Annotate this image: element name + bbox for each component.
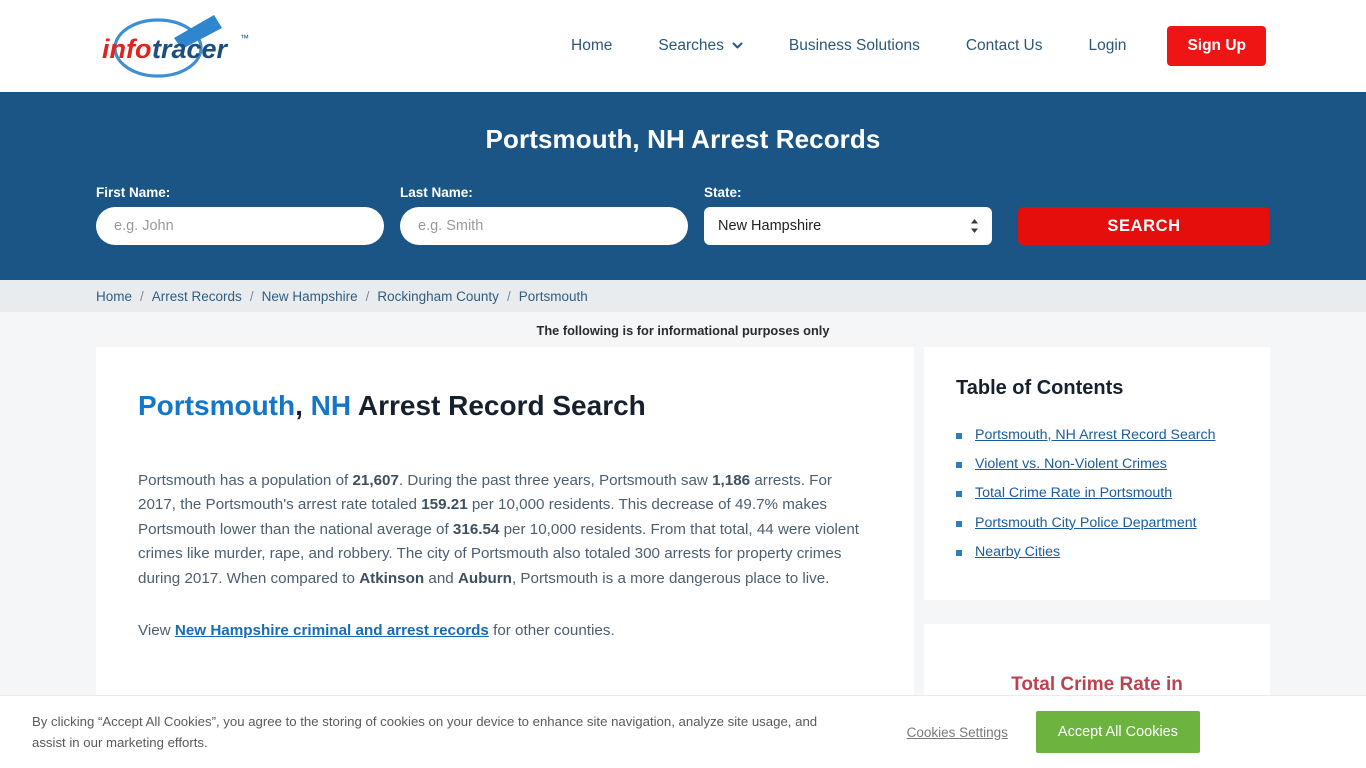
last-name-input[interactable] <box>400 207 688 245</box>
state-select[interactable]: New Hampshire <box>704 207 992 245</box>
toc-item[interactable]: Violent vs. Non-Violent Crimes <box>956 455 1238 474</box>
toc-item[interactable]: Portsmouth City Police Department <box>956 514 1238 533</box>
summary-text: and <box>424 570 458 588</box>
search-banner: Portsmouth, NH Arrest Records First Name… <box>0 92 1366 280</box>
square-bullet-icon <box>956 433 962 439</box>
toc-link-nearby-cities[interactable]: Nearby Cities <box>975 543 1060 562</box>
nav-item-label: Home <box>571 37 613 54</box>
breadcrumb-item-new-hampshire[interactable]: New Hampshire <box>262 289 358 304</box>
cookies-settings-link[interactable]: Cookies Settings <box>907 725 1008 740</box>
national-average-value: 316.54 <box>452 520 500 538</box>
state-field-group: State: New Hampshire <box>704 185 992 245</box>
compare-city-1: Atkinson <box>359 570 425 588</box>
population-value: 21,607 <box>352 471 399 489</box>
svg-text:info: info <box>102 34 151 64</box>
toc-link-arrest-record-search[interactable]: Portsmouth, NH Arrest Record Search <box>975 426 1216 445</box>
breadcrumb-separator: / <box>249 288 254 304</box>
breadcrumb-item-rockingham-county[interactable]: Rockingham County <box>377 289 499 304</box>
summary-paragraph: Portsmouth has a population of 21,607. D… <box>138 469 872 592</box>
breadcrumb-separator: / <box>365 288 370 304</box>
banner-title: Portsmouth, NH Arrest Records <box>485 124 881 154</box>
summary-text: , Portsmouth is a more dangerous place t… <box>511 570 830 588</box>
square-bullet-icon <box>956 462 962 469</box>
toc-item[interactable]: Nearby Cities <box>956 543 1238 562</box>
nav-item-searches[interactable]: Searches <box>635 37 765 55</box>
nav-item-business-solutions[interactable]: Business Solutions <box>766 37 943 55</box>
last-name-field-group: Last Name: <box>400 185 688 245</box>
arrests-value: 1,186 <box>712 471 751 489</box>
cookie-actions: Cookies Settings Accept All Cookies <box>907 711 1200 753</box>
summary-text: . During the past three years, Portsmout… <box>398 471 713 489</box>
arrest-search-form: First Name: Last Name: State: New Hampsh… <box>96 185 1270 245</box>
page-title: Portsmouth, NH Arrest Record Search <box>138 389 872 423</box>
table-of-contents-card: Table of Contents Portsmouth, NH Arrest … <box>924 347 1270 600</box>
state-label: State: <box>704 185 742 200</box>
page-title-comma: , <box>295 390 311 421</box>
page-title-rest: Arrest Record Search <box>351 390 646 421</box>
first-name-field-group: First Name: <box>96 185 384 245</box>
breadcrumb-separator: / <box>506 288 511 304</box>
table-of-contents-title: Table of Contents <box>956 377 1124 399</box>
summary-text: Portsmouth has a population of <box>138 471 353 489</box>
square-bullet-icon <box>956 520 962 527</box>
state-select-wrapper: New Hampshire <box>704 207 992 245</box>
nav-item-contact-us[interactable]: Contact Us <box>943 37 1066 55</box>
nav-item-home[interactable]: Home <box>548 37 635 55</box>
nav-item-label: Searches <box>658 37 724 54</box>
square-bullet-icon <box>956 491 962 498</box>
new-hampshire-records-link[interactable]: New Hampshire criminal and arrest record… <box>175 622 489 639</box>
breadcrumb-item-arrest-records[interactable]: Arrest Records <box>152 289 242 304</box>
page-title-state: NH <box>310 390 352 421</box>
breadcrumb: Home / Arrest Records / New Hampshire / … <box>0 280 1366 312</box>
page-title-city: Portsmouth <box>138 390 296 421</box>
cookie-consent-banner: By clicking “Accept All Cookies”, you ag… <box>0 695 1366 768</box>
square-bullet-icon <box>956 549 962 556</box>
accept-all-cookies-button[interactable]: Accept All Cookies <box>1035 711 1200 753</box>
compare-city-2: Auburn <box>457 570 512 588</box>
main-navigation: Home Searches Business Solutions Contact… <box>548 26 1266 66</box>
svg-text:™: ™ <box>240 33 249 43</box>
toc-item[interactable]: Portsmouth, NH Arrest Record Search <box>956 426 1238 445</box>
toc-link-police-department[interactable]: Portsmouth City Police Department <box>975 514 1197 533</box>
last-name-label: Last Name: <box>400 185 473 200</box>
breadcrumb-item-portsmouth[interactable]: Portsmouth <box>519 289 588 304</box>
infotracer-logo[interactable]: info tracer ™ <box>96 11 266 81</box>
nav-item-label: Contact Us <box>965 37 1043 54</box>
view-records-paragraph: View New Hampshire criminal and arrest r… <box>138 619 872 644</box>
search-submit-button[interactable]: SEARCH <box>1018 207 1270 245</box>
svg-text:tracer: tracer <box>152 34 229 64</box>
sidebar: Table of Contents Portsmouth, NH Arrest … <box>924 347 1270 746</box>
first-name-label: First Name: <box>96 185 171 200</box>
view-suffix: for other counties. <box>488 621 615 639</box>
view-prefix: View <box>138 621 175 639</box>
toc-link-total-crime-rate[interactable]: Total Crime Rate in Portsmouth <box>975 484 1172 503</box>
toc-link-violent-vs-nonviolent[interactable]: Violent vs. Non-Violent Crimes <box>975 455 1167 474</box>
first-name-input[interactable] <box>96 207 384 245</box>
cookie-consent-text: By clicking “Accept All Cookies”, you ag… <box>32 713 818 750</box>
informational-notice: The following is for informational purpo… <box>536 323 830 338</box>
breadcrumb-separator: / <box>140 288 144 304</box>
breadcrumb-item-home[interactable]: Home <box>96 289 132 304</box>
toc-item[interactable]: Total Crime Rate in Portsmouth <box>956 484 1238 503</box>
nav-item-login[interactable]: Login <box>1066 37 1150 55</box>
arrest-rate-value: 159.21 <box>421 496 468 514</box>
table-of-contents-list: Portsmouth, NH Arrest Record Search Viol… <box>956 426 1238 562</box>
site-header: info tracer ™ Home Searches Business Sol… <box>0 0 1366 92</box>
nav-item-label: Login <box>1088 37 1127 54</box>
sign-up-button[interactable]: Sign Up <box>1167 26 1266 66</box>
chevron-down-icon <box>732 40 743 51</box>
nav-item-label: Business Solutions <box>788 37 920 54</box>
